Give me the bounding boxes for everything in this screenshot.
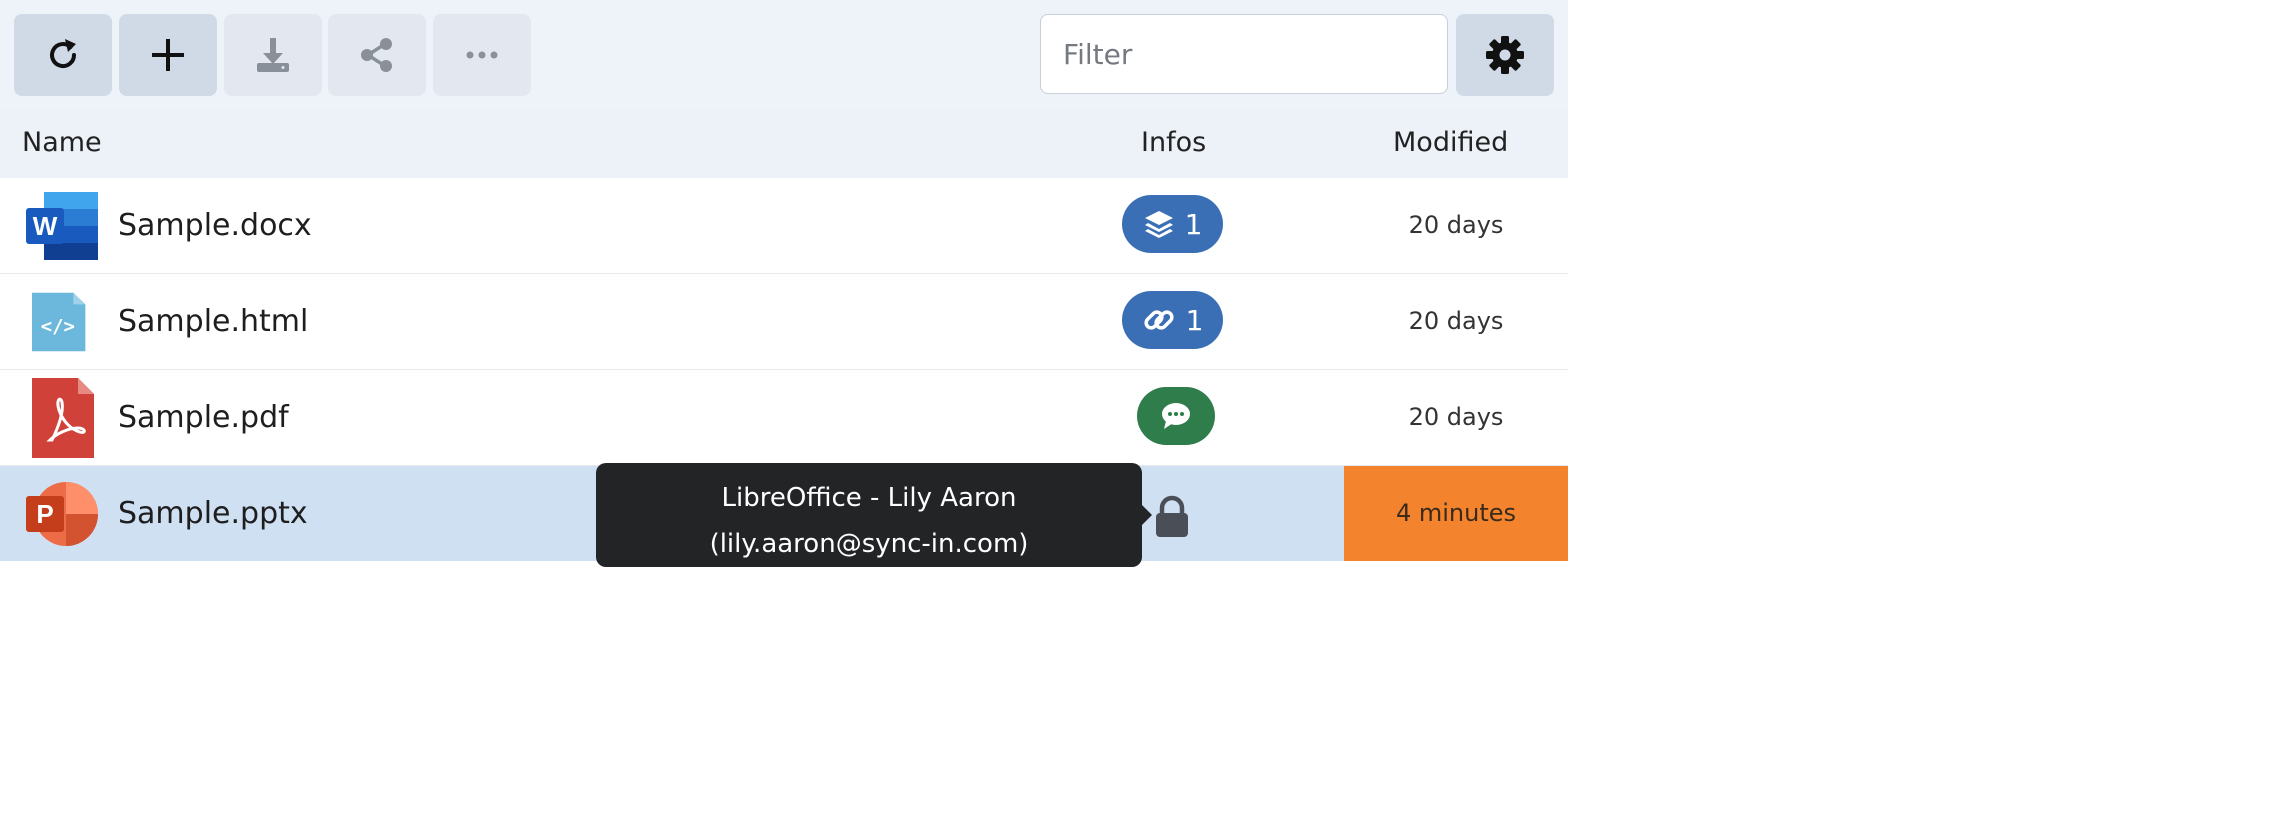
powerpoint-file-icon: P [26,482,98,546]
svg-text:</>: </> [41,315,75,337]
more-button[interactable] [433,14,531,96]
modified-date: 20 days [1408,211,1504,239]
file-name[interactable]: Sample.html [118,274,308,369]
versions-badge[interactable]: 1 [1122,195,1223,253]
download-button[interactable] [224,14,322,96]
svg-text:P: P [36,499,53,529]
settings-button[interactable] [1456,14,1554,96]
badge-count: 1 [1184,207,1203,241]
modified-date: 20 days [1408,307,1504,335]
modified-date: 20 days [1408,403,1504,431]
table-header: Name Infos Modified [0,108,1568,179]
file-name[interactable]: Sample.pdf [118,370,289,465]
modified-date: 4 minutes [1344,466,1568,561]
lock-icon[interactable] [1150,494,1194,538]
share-icon [361,38,392,72]
download-icon [257,38,289,72]
table-row[interactable]: Sample.pdf 20 days [0,370,1568,466]
add-button[interactable] [119,14,217,96]
shared-links-badge[interactable]: 1 [1122,291,1223,349]
comment-icon [1162,403,1190,429]
link-icon [1143,310,1174,330]
file-name[interactable]: Sample.docx [118,178,312,273]
column-header-modified[interactable]: Modified [1393,108,1508,178]
toolbar [0,0,1568,109]
refresh-icon [50,39,77,69]
refresh-button[interactable] [14,14,112,96]
layers-icon [1144,211,1173,238]
more-icon [466,51,498,59]
svg-text:W: W [33,211,58,241]
plus-icon [152,39,184,71]
tooltip-line-email: (lily.aaron@sync-in.com) [709,529,1029,559]
html-file-icon: </> [32,292,86,352]
file-name[interactable]: Sample.pptx [118,466,308,561]
word-file-icon: W [26,192,98,260]
column-header-name[interactable]: Name [22,108,102,178]
tooltip-line-app-user: LibreOffice - Lily Aaron [721,483,1017,513]
pdf-file-icon [32,378,94,458]
comments-badge[interactable] [1137,387,1215,445]
share-button[interactable] [328,14,426,96]
badge-count: 1 [1185,303,1204,337]
column-header-infos[interactable]: Infos [1141,108,1206,178]
table-row[interactable]: </> Sample.html 1 20 days [0,274,1568,370]
filter-input[interactable] [1040,14,1448,94]
tooltip-arrow [1142,505,1152,525]
table-row[interactable]: W Sample.docx 1 20 days [0,178,1568,274]
gear-icon [1486,36,1524,74]
lock-owner-tooltip: LibreOffice - Lily Aaron (lily.aaron@syn… [596,463,1152,567]
